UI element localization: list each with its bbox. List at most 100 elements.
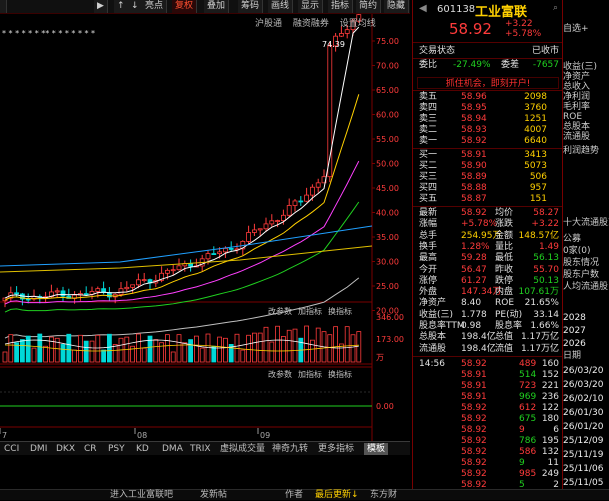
date-item: 25/11/06 — [563, 464, 604, 474]
ratio-value: -27.49% — [453, 60, 491, 70]
toolbar-button-6[interactable]: 叠加 — [204, 0, 230, 13]
order-label: 买一 — [419, 150, 438, 160]
candle-body — [275, 220, 281, 222]
indicator-tab-6[interactable]: DMA — [162, 443, 183, 455]
order-label: 买三 — [419, 172, 438, 182]
open-account-ad[interactable]: 抓住机会，即刻开户! — [417, 77, 559, 89]
last-price: 58.92 — [449, 20, 492, 38]
holder-item: 股东情况 — [563, 258, 600, 268]
volume-bar — [112, 344, 118, 363]
panel-option[interactable]: 加指标 — [298, 306, 322, 316]
search-icon[interactable]: ⌕ — [553, 3, 558, 13]
candle-body — [344, 29, 350, 34]
toolbar-button-0[interactable] — [0, 0, 7, 13]
stock-name: 工业富联 — [475, 5, 528, 20]
volume-bar — [66, 333, 72, 363]
stat-label-2: 股息率 — [495, 321, 523, 331]
stat-row: 今开 56.47 昨收 55.70 — [417, 265, 561, 276]
indicator-tab-11[interactable]: 模板 — [364, 443, 389, 455]
indicator-tabs: CCI DMI DKX CR PSY KD DMA TRIX 虚拟成交量 神奇九转 更多指标 模板 — [0, 441, 410, 455]
event-marks: * * * * * * ** * * * * * * * — [2, 29, 95, 38]
tick-price: 58.92 — [461, 414, 487, 424]
indicator-tab-1[interactable]: DMI — [30, 443, 47, 455]
indicator-tab-0[interactable]: CCI — [4, 443, 19, 455]
stat-value: 198.4亿 — [461, 343, 496, 354]
price-tick: 40.00 — [376, 209, 399, 218]
tick-count: 249 — [541, 469, 559, 479]
tick-row: 58.92 9 11 — [417, 458, 561, 469]
f10-item[interactable]: 自选+ — [563, 24, 609, 35]
panel-option[interactable]: 改参数 — [268, 306, 292, 316]
forum-link[interactable]: 进入工业富联吧 — [110, 490, 173, 501]
high-price-label: 74.39 — [322, 40, 345, 49]
kline-chart[interactable]: 75.0070.0065.0060.0055.0050.0045.0040.00… — [0, 14, 410, 454]
indicator-tab-9[interactable]: 神奇九转 — [272, 443, 308, 455]
candle-body — [269, 220, 275, 225]
link-set-ma[interactable]: 设置均线 — [340, 19, 376, 29]
toolbar-button-7[interactable]: 筹码 — [238, 0, 264, 13]
tick-count: 152 — [541, 370, 559, 380]
link-margin[interactable]: 融资融券 — [293, 19, 329, 29]
panel-option[interactable]: 改参数 — [268, 369, 292, 379]
date-item: 25/11/19 — [563, 450, 604, 460]
toolbar-button-12[interactable]: 隐藏 — [384, 0, 410, 13]
panel-option[interactable]: 换指标 — [328, 306, 352, 316]
toolbar-button-3[interactable]: ↓ — [128, 0, 143, 13]
volume-bar — [240, 349, 246, 363]
tick-price: 58.92 — [461, 403, 487, 413]
indicator-tab-8[interactable]: 虚拟成交量 — [220, 443, 265, 455]
toolbar-button-8[interactable]: 画线 — [268, 0, 294, 13]
stat-row: 流通股 198.4亿 流值 1.17万亿 — [417, 344, 561, 355]
toolbar-button-1[interactable]: ▶ — [94, 0, 108, 13]
stat-value-2: +3.22 — [531, 219, 559, 230]
new-post-button[interactable]: 发新帖 — [200, 490, 227, 501]
link-hkconnect[interactable]: 沪股通 — [255, 19, 282, 29]
f10-item[interactable]: 流通股 — [563, 132, 609, 143]
volume-bar — [350, 334, 356, 363]
tick-price: 58.92 — [461, 469, 487, 479]
stat-label-2: ROE — [495, 298, 515, 309]
top10-holders-title[interactable]: 十大流通股东 — [563, 218, 609, 229]
tick-price: 58.92 — [461, 359, 487, 369]
toolbar-button-10[interactable]: 指标 — [328, 0, 354, 13]
indicator-tab-3[interactable]: CR — [84, 443, 97, 455]
volume-bar — [286, 329, 292, 363]
order-volume: 6640 — [524, 136, 547, 146]
panel-option[interactable]: 换指标 — [328, 369, 352, 379]
order-price: 58.93 — [461, 125, 487, 135]
toolbar-button-4[interactable]: 亮点 — [142, 0, 168, 13]
candle-body — [315, 182, 321, 188]
indicator-tab-7[interactable]: TRIX — [190, 443, 211, 455]
tick-volume: 675 — [519, 414, 537, 424]
holder-item: 0家(0) — [563, 246, 591, 256]
stat-label: 股息率TTM — [419, 321, 465, 331]
toolbar-button-11[interactable]: 简约 — [356, 0, 382, 13]
volume-bar — [153, 339, 159, 363]
indicator-tab-4[interactable]: PSY — [108, 443, 125, 455]
stat-row: 涨停 61.27 跌停 50.13 — [417, 276, 561, 287]
profit-trend-title: 利润趋势 — [563, 146, 600, 156]
stat-value-2: 1.66% — [530, 321, 559, 331]
volume-bar — [193, 335, 199, 363]
indicator-tab-5[interactable]: KD — [136, 443, 149, 455]
price-tick: 25.00 — [376, 282, 399, 291]
candle-body — [25, 298, 31, 301]
tick-volume: 489 — [519, 359, 537, 369]
last-update-col[interactable]: 最后更新↓ — [315, 490, 359, 501]
toolbar-button-5[interactable]: 复权 — [172, 0, 198, 13]
volume-bar — [78, 334, 83, 363]
panel-option[interactable]: 加指标 — [298, 369, 322, 379]
toolbar-button-2[interactable]: ↑ — [114, 0, 129, 13]
author-col[interactable]: 作者 — [285, 490, 303, 501]
volume-bar — [275, 325, 281, 363]
volume-bar — [309, 339, 315, 363]
volume-bar — [263, 326, 269, 363]
indicator-tab-2[interactable]: DKX — [56, 443, 75, 455]
eastmoney-col[interactable]: 东方财 — [370, 490, 397, 501]
order-volume: 957 — [529, 183, 547, 193]
indicator-tab-10[interactable]: 更多指标 — [318, 443, 354, 455]
candle-body — [205, 253, 211, 260]
toolbar-button-9[interactable]: 显示 — [298, 0, 324, 13]
stat-label-2: 最低 — [495, 253, 514, 264]
back-icon[interactable]: ◀ — [419, 3, 427, 14]
